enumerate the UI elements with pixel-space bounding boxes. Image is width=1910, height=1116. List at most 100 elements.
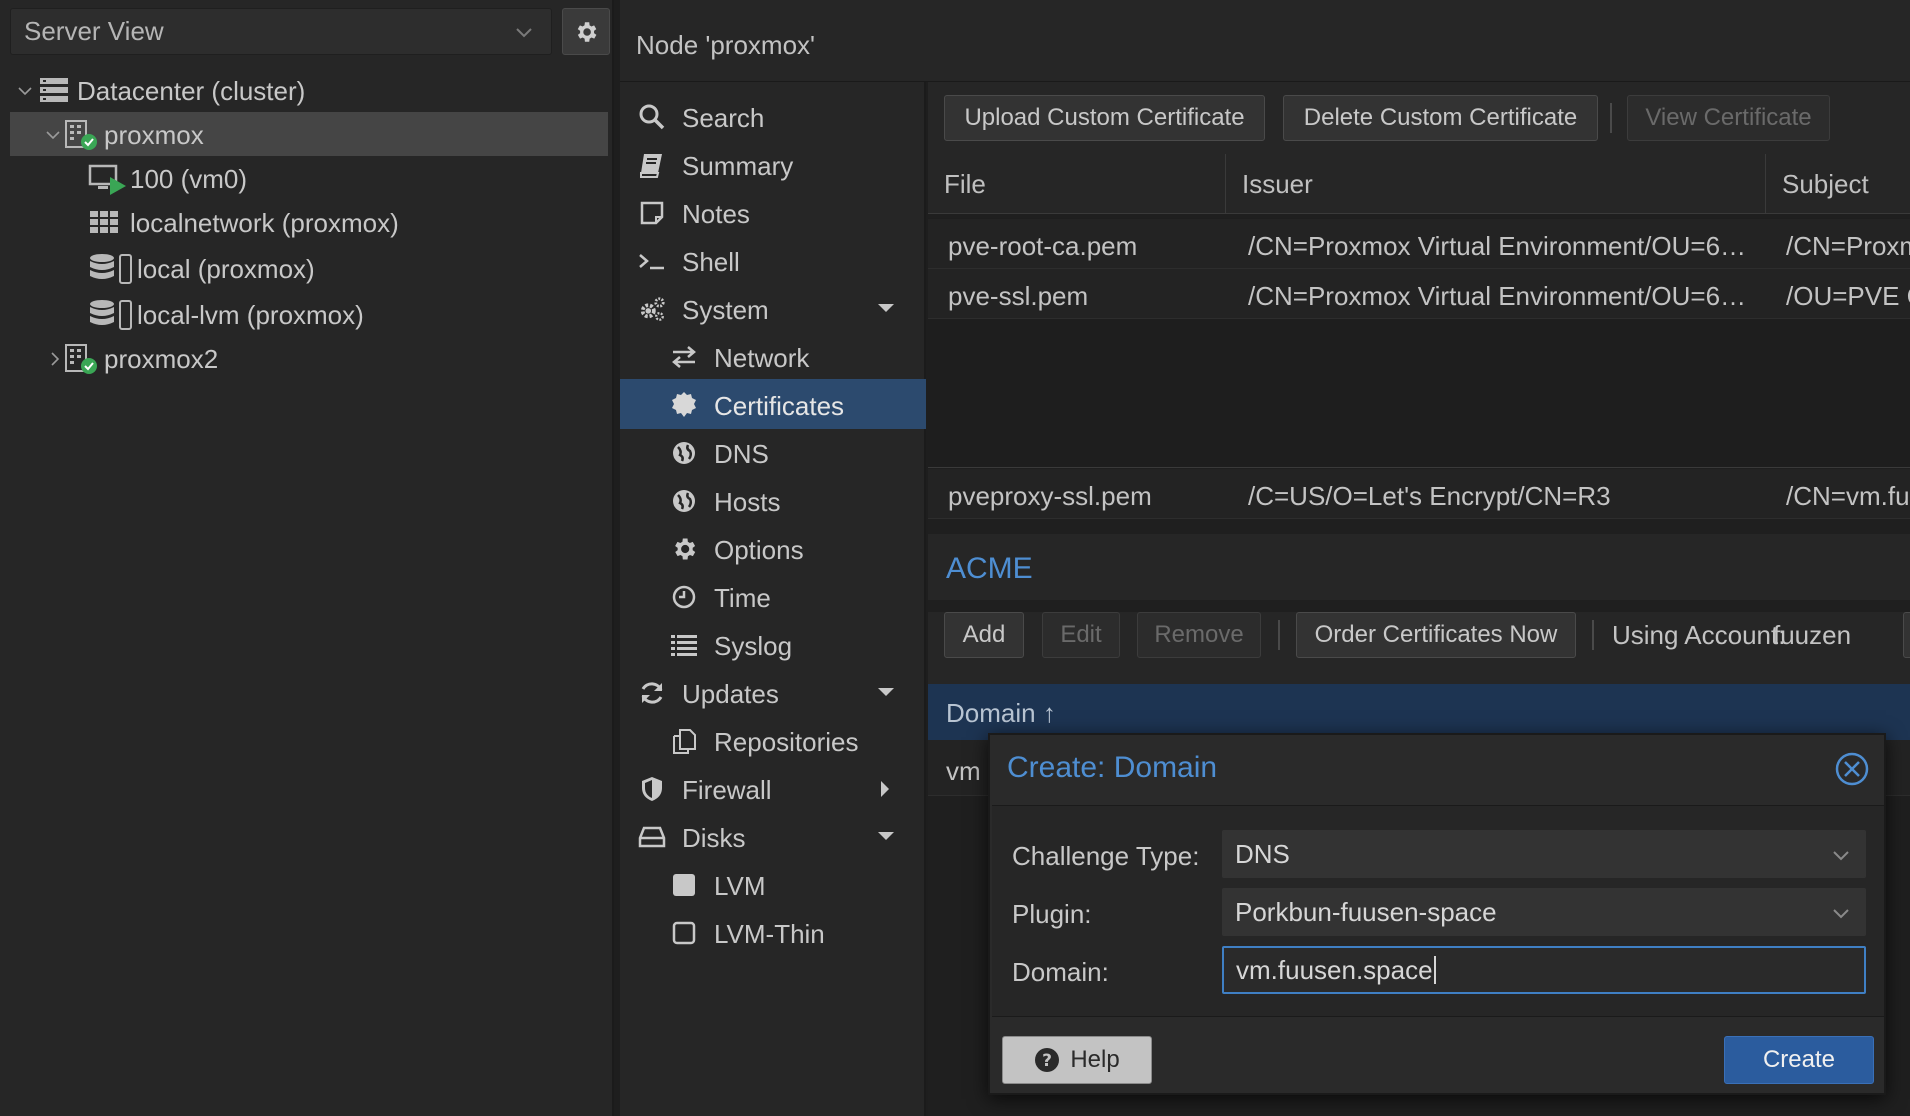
nav-item-time[interactable]: Time xyxy=(620,571,926,621)
storage-icon xyxy=(90,254,132,284)
tree-item-node-proxmox[interactable]: proxmox xyxy=(10,112,608,156)
node-online-icon xyxy=(65,344,97,374)
tree-item-storage-local-lvm[interactable]: local-lvm (proxmox) xyxy=(10,292,608,336)
nav-item-label: Network xyxy=(714,343,810,373)
chevron-down-icon xyxy=(516,28,532,38)
plugin-select[interactable]: Porkbun-fuusen-space xyxy=(1222,888,1866,936)
caret-down-icon[interactable] xyxy=(876,829,896,843)
close-icon[interactable] xyxy=(1834,751,1870,787)
cell-issuer: /C=US/O=Let's Encrypt/CN=R3 xyxy=(1248,481,1611,511)
vm-running-icon xyxy=(88,164,126,195)
chevron-right-icon[interactable] xyxy=(46,350,64,368)
gear-icon xyxy=(577,21,597,42)
clock-icon xyxy=(672,585,696,609)
nav-item-system[interactable]: System xyxy=(620,283,926,333)
gears-icon xyxy=(640,297,665,321)
nav-item-lvm[interactable]: LVM xyxy=(620,859,926,909)
tree-item-storage-local[interactable]: local (proxmox) xyxy=(10,246,608,290)
chevron-down-icon xyxy=(1833,909,1849,919)
sdn-grid-icon xyxy=(90,211,118,233)
tree-item-label: proxmox xyxy=(104,120,204,150)
nav-item-label: Updates xyxy=(682,679,779,709)
nav-item-label: Shell xyxy=(682,247,740,277)
tree-item-label: 100 (vm0) xyxy=(130,164,248,194)
tree-item-vm-100[interactable]: 100 (vm0) xyxy=(10,156,608,200)
nav-item-label: LVM-Thin xyxy=(714,919,825,949)
nav-item-syslog[interactable]: Syslog xyxy=(620,619,926,669)
caret-right-icon[interactable] xyxy=(878,779,892,799)
chevron-down-icon xyxy=(1833,851,1849,861)
cell-file: pveproxy-ssl.pem xyxy=(948,481,1152,511)
domain-input[interactable]: vm.fuusen.space xyxy=(1222,946,1866,994)
view-certificate-button[interactable]: View Certificate xyxy=(1627,95,1830,141)
nav-item-label: System xyxy=(682,295,769,325)
column-header-issuer[interactable]: Issuer xyxy=(1226,154,1766,214)
cell-domain: vm xyxy=(946,756,981,786)
globe-icon xyxy=(673,442,695,464)
column-header-subject[interactable]: Subject xyxy=(1766,154,1910,214)
book-icon xyxy=(640,154,662,178)
nav-item-hosts[interactable]: Hosts xyxy=(620,475,926,525)
dialog-form: Challenge Type: DNS Plugin: Porkbun-fuus… xyxy=(992,805,1884,1017)
tree-item-node-proxmox2[interactable]: proxmox2 xyxy=(10,336,608,380)
nav-item-firewall[interactable]: Firewall xyxy=(620,763,926,813)
node-online-icon xyxy=(65,120,97,150)
nav-item-certificates[interactable]: Certificates xyxy=(620,379,926,429)
chevron-down-icon[interactable] xyxy=(16,82,34,100)
caret-down-icon[interactable] xyxy=(876,301,896,315)
column-header-file[interactable]: File xyxy=(928,154,1226,214)
nav-item-notes[interactable]: Notes xyxy=(620,187,926,237)
nav-item-shell[interactable]: Shell xyxy=(620,235,926,285)
acme-add-button[interactable]: Add xyxy=(944,612,1024,658)
cell-subject: /CN=Proxm xyxy=(1786,231,1910,261)
nav-item-label: Disks xyxy=(682,823,746,853)
acme-account-edit-button[interactable] xyxy=(1903,612,1910,658)
terminal-icon xyxy=(639,254,664,270)
tree-item-label: local (proxmox) xyxy=(137,254,315,284)
tree-item-label: local-lvm (proxmox) xyxy=(137,300,364,330)
plugin-label: Plugin: xyxy=(1012,899,1092,929)
tree-item-localnetwork[interactable]: localnetwork (proxmox) xyxy=(10,200,608,244)
nav-item-updates[interactable]: Updates xyxy=(620,667,926,717)
resource-tree-panel: Server View Datacenter (cluster) proxmox… xyxy=(0,0,614,1116)
tree-item-label: proxmox2 xyxy=(104,344,219,374)
nav-item-label: DNS xyxy=(714,439,769,469)
cell-subject: /OU=PVE C xyxy=(1786,281,1910,311)
delete-certificate-button[interactable]: Delete Custom Certificate xyxy=(1283,95,1598,141)
nav-item-disks[interactable]: Disks xyxy=(620,811,926,861)
tree-item-label: Datacenter (cluster) xyxy=(77,76,306,106)
table-row[interactable]: pve-root-ca.pem /CN=Proxmox Virtual Envi… xyxy=(928,219,1910,269)
table-row[interactable]: pve-ssl.pem /CN=Proxmox Virtual Environm… xyxy=(928,269,1910,319)
create-button[interactable]: Create xyxy=(1724,1036,1874,1084)
nav-item-lvm-thin[interactable]: LVM-Thin xyxy=(620,907,926,957)
cell-issuer: /CN=Proxmox Virtual Environment/OU=6… xyxy=(1248,281,1747,311)
view-selector[interactable]: Server View xyxy=(10,8,552,55)
nav-item-search[interactable]: Search xyxy=(620,91,926,141)
cell-file: pve-ssl.pem xyxy=(948,281,1089,311)
acme-domain-column-header[interactable]: Domain ↑ xyxy=(928,684,1910,740)
caret-down-icon[interactable] xyxy=(876,685,896,699)
cell-file: pve-root-ca.pem xyxy=(948,231,1138,261)
table-row[interactable]: pveproxy-ssl.pem /C=US/O=Let's Encrypt/C… xyxy=(928,469,1910,519)
text-cursor xyxy=(1433,956,1436,984)
domain-input-value: vm.fuusen.space xyxy=(1236,954,1433,985)
help-button[interactable]: ? Help xyxy=(1002,1036,1152,1084)
datacenter-icon xyxy=(40,78,68,102)
nav-item-network[interactable]: Network xyxy=(620,331,926,381)
list-icon xyxy=(671,635,697,656)
challenge-type-label: Challenge Type: xyxy=(1012,841,1200,871)
tree-item-label: localnetwork (proxmox) xyxy=(130,208,399,238)
acme-remove-button[interactable]: Remove xyxy=(1137,612,1261,658)
order-certificates-button[interactable]: Order Certificates Now xyxy=(1296,612,1576,658)
tree-item-datacenter[interactable]: Datacenter (cluster) xyxy=(10,68,608,112)
upload-certificate-button[interactable]: Upload Custom Certificate xyxy=(944,95,1265,141)
nav-item-repositories[interactable]: Repositories xyxy=(620,715,926,765)
tree-settings-button[interactable] xyxy=(562,8,610,55)
acme-edit-button[interactable]: Edit xyxy=(1042,612,1120,658)
svg-text:?: ? xyxy=(1042,1051,1052,1071)
nav-item-dns[interactable]: DNS xyxy=(620,427,926,477)
nav-item-summary[interactable]: Summary xyxy=(620,139,926,189)
nav-item-options[interactable]: Options xyxy=(620,523,926,573)
chevron-down-icon[interactable] xyxy=(44,126,62,144)
challenge-type-select[interactable]: DNS xyxy=(1222,830,1866,878)
